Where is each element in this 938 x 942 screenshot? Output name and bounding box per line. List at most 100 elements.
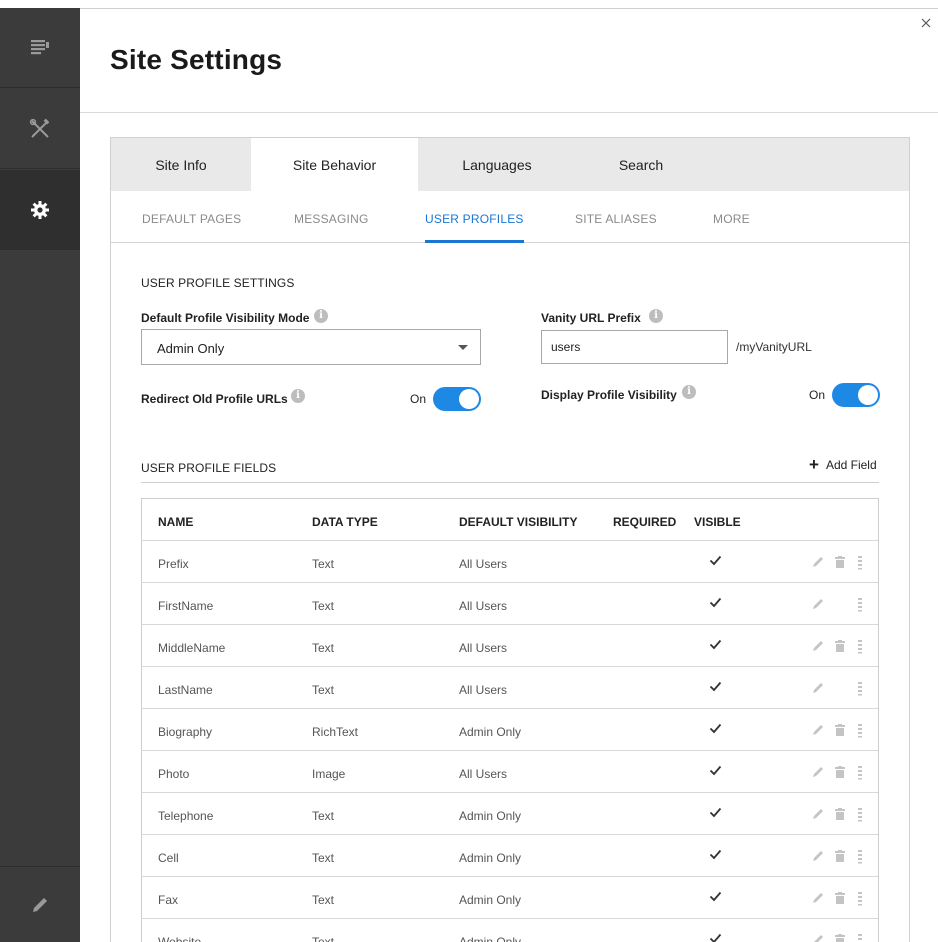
visibility-mode-value: Admin Only xyxy=(157,341,225,356)
field-name: MiddleName xyxy=(158,641,226,655)
checkmark-icon xyxy=(709,933,722,942)
drag-handle-icon[interactable] xyxy=(858,808,862,822)
edit-icon[interactable] xyxy=(812,934,824,942)
field-data-type: Text xyxy=(312,851,335,865)
edit-icon[interactable] xyxy=(812,556,824,568)
drag-handle-icon[interactable] xyxy=(858,640,862,654)
checkmark-icon xyxy=(709,639,722,650)
tab-site-info[interactable]: Site Info xyxy=(111,138,251,191)
field-default-visibility: Admin Only xyxy=(459,851,522,865)
drag-handle-icon[interactable] xyxy=(858,724,862,738)
edit-icon[interactable] xyxy=(812,682,824,694)
add-field-button[interactable]: + Add Field xyxy=(809,456,877,473)
gear-icon xyxy=(31,200,49,219)
subtab-default-pages[interactable]: DEFAULT PAGES xyxy=(142,191,241,243)
rail-item-settings[interactable] xyxy=(0,170,80,250)
edit-icon[interactable] xyxy=(812,766,824,778)
drag-handle-icon[interactable] xyxy=(858,850,862,864)
header-divider xyxy=(80,112,938,113)
rail-item-tools[interactable] xyxy=(0,89,80,169)
top-border xyxy=(80,8,938,9)
tab-languages[interactable]: Languages xyxy=(418,138,576,191)
subtab-more[interactable]: MORE xyxy=(713,191,750,243)
field-name: Photo xyxy=(158,767,190,781)
vanity-url-input[interactable] xyxy=(541,330,728,364)
table-row: LastName Text All Users xyxy=(142,667,878,709)
subtab-messaging[interactable]: MESSAGING xyxy=(294,191,368,243)
subtab-site-aliases[interactable]: SITE ALIASES xyxy=(575,191,657,243)
field-data-type: Text xyxy=(312,641,335,655)
toggle-knob xyxy=(459,389,479,409)
redirect-old-urls-label: Redirect Old Profile URLs xyxy=(141,392,288,406)
checkmark-icon xyxy=(709,555,722,566)
trash-icon[interactable] xyxy=(834,556,846,568)
edit-icon[interactable] xyxy=(812,640,824,652)
info-icon[interactable]: i xyxy=(649,309,663,323)
subtab-user-profiles[interactable]: USER PROFILES xyxy=(425,191,524,243)
drag-handle-icon[interactable] xyxy=(858,598,862,612)
trash-icon[interactable] xyxy=(834,934,846,942)
vanity-url-label: Vanity URL Prefix xyxy=(541,311,641,325)
field-data-type: Text xyxy=(312,557,335,571)
table-body: Prefix Text All Users FirstName Text All User… xyxy=(142,541,878,942)
rail-item-edit[interactable] xyxy=(0,866,80,942)
table-row: Photo Image All Users xyxy=(142,751,878,793)
profile-fields-table: NAME DATA TYPE DEFAULT VISIBILITY REQUIR… xyxy=(141,498,879,942)
table-row: Cell Text Admin Only xyxy=(142,835,878,877)
drag-handle-icon[interactable] xyxy=(858,892,862,906)
trash-icon[interactable] xyxy=(834,808,846,820)
info-icon[interactable]: i xyxy=(291,389,305,403)
close-icon[interactable] xyxy=(919,16,933,30)
trash-icon[interactable] xyxy=(834,640,846,652)
field-name: Biography xyxy=(158,725,213,739)
trash-icon[interactable] xyxy=(834,850,846,862)
drag-handle-icon[interactable] xyxy=(858,556,862,570)
drag-handle-icon[interactable] xyxy=(858,766,862,780)
edit-icon[interactable] xyxy=(812,808,824,820)
edit-icon[interactable] xyxy=(812,598,824,610)
field-data-type: RichText xyxy=(312,725,359,739)
checkmark-icon xyxy=(709,765,722,776)
drag-handle-icon[interactable] xyxy=(858,682,862,696)
info-icon[interactable]: i xyxy=(314,309,328,323)
drag-handle-icon[interactable] xyxy=(858,934,862,942)
edit-icon[interactable] xyxy=(812,892,824,904)
field-default-visibility: Admin Only xyxy=(459,893,522,907)
info-icon[interactable]: i xyxy=(682,385,696,399)
table-row: Biography RichText Admin Only xyxy=(142,709,878,751)
trash-icon[interactable] xyxy=(834,724,846,736)
edit-icon[interactable] xyxy=(812,724,824,736)
trash-icon[interactable] xyxy=(834,766,846,778)
display-toggle-state: On xyxy=(809,388,826,402)
visibility-mode-label: Default Profile Visibility Mode xyxy=(141,311,310,325)
checkmark-icon xyxy=(709,807,722,818)
tab-site-behavior[interactable]: Site Behavior xyxy=(251,138,418,191)
add-field-label: Add Field xyxy=(825,458,877,472)
toggle-knob xyxy=(858,385,878,405)
pencil-icon xyxy=(33,897,47,912)
user-profile-fields-heading: USER PROFILE FIELDS xyxy=(141,461,277,475)
rail-item-pages[interactable] xyxy=(0,8,80,88)
checkmark-icon xyxy=(709,597,722,608)
redirect-toggle[interactable] xyxy=(433,387,481,411)
display-visibility-label: Display Profile Visibility xyxy=(541,388,677,402)
field-data-type: Image xyxy=(312,767,346,781)
trash-icon[interactable] xyxy=(834,892,846,904)
field-default-visibility: All Users xyxy=(459,599,508,613)
field-default-visibility: Admin Only xyxy=(459,935,522,942)
table-row: Fax Text Admin Only xyxy=(142,877,878,919)
field-default-visibility: All Users xyxy=(459,641,508,655)
caret-down-icon xyxy=(458,345,468,350)
fields-divider xyxy=(141,482,879,483)
col-name-header: NAME xyxy=(158,515,194,529)
tab-search[interactable]: Search xyxy=(576,138,706,191)
visibility-mode-select[interactable]: Admin Only xyxy=(141,329,481,365)
settings-panel: Site Info Site Behavior Languages Search… xyxy=(110,137,910,942)
display-visibility-toggle[interactable] xyxy=(832,383,880,407)
field-name: Website xyxy=(158,935,202,942)
field-data-type: Text xyxy=(312,893,335,907)
field-default-visibility: All Users xyxy=(459,557,508,571)
field-data-type: Text xyxy=(312,599,335,613)
edit-icon[interactable] xyxy=(812,850,824,862)
table-row: MiddleName Text All Users xyxy=(142,625,878,667)
